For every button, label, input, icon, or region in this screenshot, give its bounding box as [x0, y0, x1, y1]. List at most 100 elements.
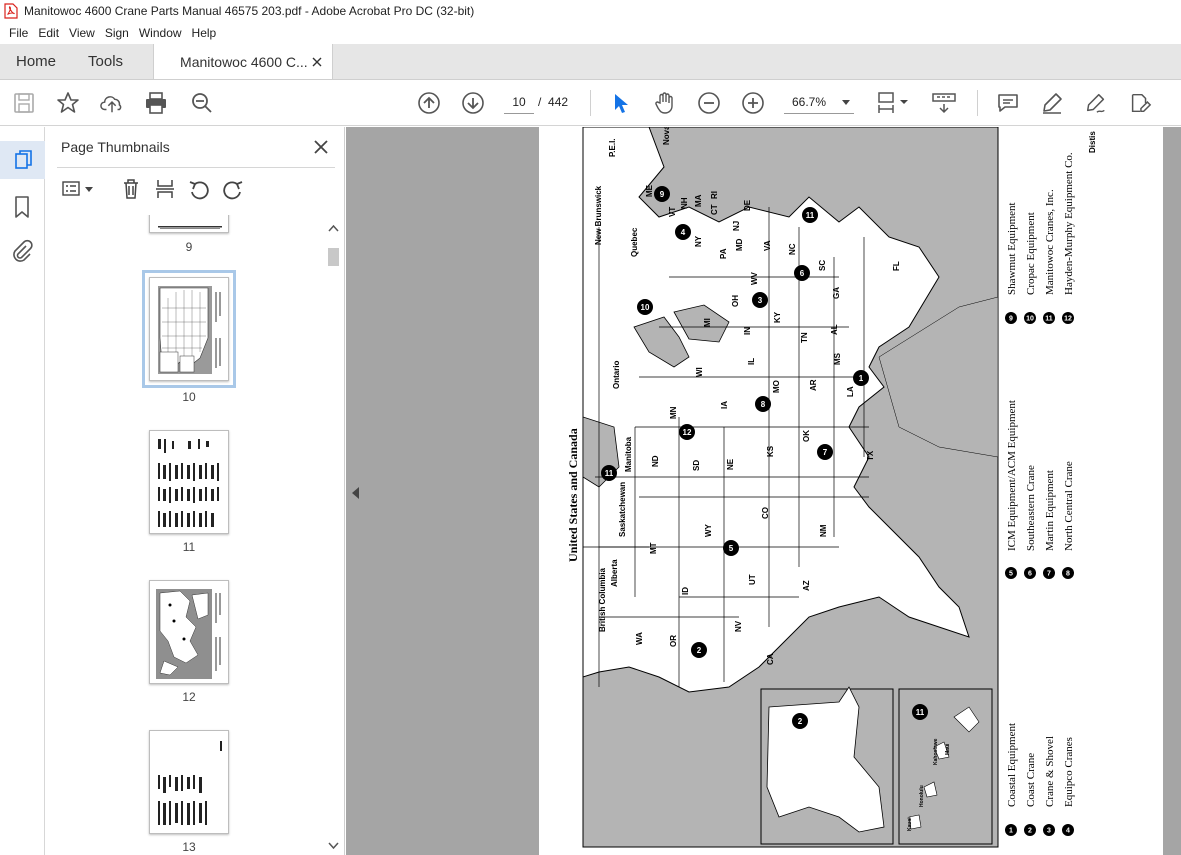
map-marker-12: 12 — [683, 428, 692, 437]
legend-marker: 4 — [1066, 828, 1070, 835]
rotate-clockwise-icon[interactable] — [221, 179, 245, 200]
map-marker-11: 11 — [605, 469, 614, 478]
thumbnail-label: 13 — [182, 840, 196, 854]
edit-pdf-icon[interactable] — [1128, 91, 1152, 115]
thumbnail-options-icon[interactable] — [61, 179, 95, 199]
thumbnail-page-9[interactable] — [149, 215, 229, 233]
state-label: NY — [694, 235, 703, 247]
upload-cloud-icon[interactable] — [100, 91, 124, 115]
province-label: Saskatchewan — [618, 482, 627, 537]
menu-view[interactable]: View — [64, 26, 100, 40]
menu-help[interactable]: Help — [187, 26, 222, 40]
state-label: NE — [726, 458, 735, 470]
scroll-mode-icon[interactable] — [930, 91, 958, 115]
legend-marker: 8 — [1066, 571, 1070, 578]
state-label: MD — [735, 238, 744, 251]
thumbnail-page-11[interactable] — [149, 430, 229, 534]
tab-document[interactable]: Manitowoc 4600 C... — [153, 44, 334, 79]
state-label: MT — [649, 542, 658, 554]
tab-tools[interactable]: Tools — [72, 44, 139, 79]
next-page-icon[interactable] — [461, 91, 485, 115]
chevron-down-icon — [842, 95, 850, 109]
rotate-counterclockwise-icon[interactable] — [187, 179, 211, 200]
select-cursor-icon[interactable] — [608, 91, 632, 115]
map-marker-9: 9 — [660, 190, 665, 199]
page-thumbnails-icon[interactable] — [0, 141, 45, 179]
legend-entry: Equipco Cranes — [1063, 737, 1075, 807]
print-icon[interactable] — [144, 91, 168, 115]
extract-pages-icon[interactable] — [153, 179, 177, 199]
map-marker-6: 6 — [800, 269, 805, 278]
state-label: WI — [695, 367, 704, 377]
state-label: SC — [818, 260, 827, 271]
legend-marker: 6 — [1028, 571, 1032, 578]
state-label: WA — [635, 632, 644, 645]
menu-sign[interactable]: Sign — [100, 26, 134, 40]
legend-marker: 7 — [1047, 571, 1051, 578]
zoom-in-icon[interactable] — [741, 91, 765, 115]
collapse-panel-arrow-icon[interactable] — [352, 487, 359, 499]
page-number-input[interactable]: 10 — [504, 90, 534, 114]
legend-entry: Cropac Equipment — [1025, 212, 1037, 295]
legend-entry: Shawmut Equipment — [1006, 202, 1018, 295]
thumbnail-label: 11 — [182, 540, 196, 554]
state-label: NV — [734, 620, 743, 632]
page-fit-icon[interactable] — [876, 91, 910, 115]
thumbnail-page-12[interactable] — [149, 580, 229, 684]
main-toolbar: 10 / 442 66.7% — [0, 80, 1181, 126]
map-marker-2: 2 — [798, 717, 803, 726]
scrollbar-thumb[interactable] — [328, 248, 339, 266]
panel-divider — [57, 167, 335, 168]
island-label: Maui — [945, 743, 951, 755]
state-label: FL — [892, 261, 901, 271]
close-tab-icon[interactable] — [312, 54, 322, 70]
map-title: United States and Canada — [566, 428, 580, 562]
thumbnail-label: 12 — [182, 690, 196, 704]
menu-edit[interactable]: Edit — [33, 26, 64, 40]
menu-window[interactable]: Window — [134, 26, 187, 40]
legend-entry: ICM Equipment/ACM Equipment — [1006, 400, 1018, 551]
save-icon[interactable] — [12, 91, 36, 115]
thumbnail-page-13[interactable] — [149, 730, 229, 834]
previous-page-icon[interactable] — [417, 91, 441, 115]
left-navigation-rail — [0, 127, 45, 855]
sign-icon[interactable] — [1084, 91, 1108, 115]
tab-strip: Home Tools Manitowoc 4600 C... — [0, 44, 1181, 80]
tab-home[interactable]: Home — [0, 44, 72, 79]
close-panel-icon[interactable] — [311, 137, 331, 157]
thumbnail-label: 10 — [182, 390, 196, 404]
state-label: KY — [773, 311, 782, 323]
legend-marker: 2 — [1028, 828, 1032, 835]
bookmark-star-icon[interactable] — [56, 91, 80, 115]
state-label: NH — [680, 197, 689, 209]
menu-file[interactable]: File — [4, 26, 33, 40]
attachments-paperclip-icon[interactable] — [10, 239, 34, 263]
thumbnail-page-10[interactable] — [142, 270, 236, 388]
bookmarks-icon[interactable] — [10, 195, 34, 219]
highlight-pen-icon[interactable] — [1040, 91, 1064, 115]
state-label: IL — [747, 358, 756, 365]
state-label: RI — [710, 191, 719, 199]
legend-marker: 9 — [1009, 316, 1013, 323]
state-label: NJ — [732, 221, 741, 231]
thumbnail-scrollbar[interactable] — [325, 218, 342, 855]
state-label: VA — [763, 240, 772, 251]
zoom-out-icon[interactable] — [697, 91, 721, 115]
acrobat-pdf-icon — [4, 3, 18, 19]
zoom-level-select[interactable]: 66.7% — [784, 90, 854, 114]
delete-page-icon[interactable] — [119, 179, 143, 199]
state-label: MO — [772, 380, 781, 393]
state-label: WY — [704, 523, 713, 537]
island-label: Kahoolawe — [933, 738, 939, 765]
hand-tool-icon[interactable] — [653, 91, 677, 115]
thumbnail-label: 9 — [185, 240, 193, 254]
thumbnails-panel: Page Thumbnails 9 10 11 12 13 — [45, 127, 345, 855]
toolbar-divider — [590, 90, 591, 116]
page-count: / 442 — [538, 95, 569, 109]
window-title: Manitowoc 4600 Crane Parts Manual 46575 … — [24, 4, 475, 18]
state-label: VT — [668, 207, 677, 217]
comment-icon[interactable] — [996, 91, 1020, 115]
province-label: Alberta — [610, 559, 619, 587]
province-label: P.E.I. — [608, 138, 617, 157]
zoom-search-icon[interactable] — [190, 91, 214, 115]
